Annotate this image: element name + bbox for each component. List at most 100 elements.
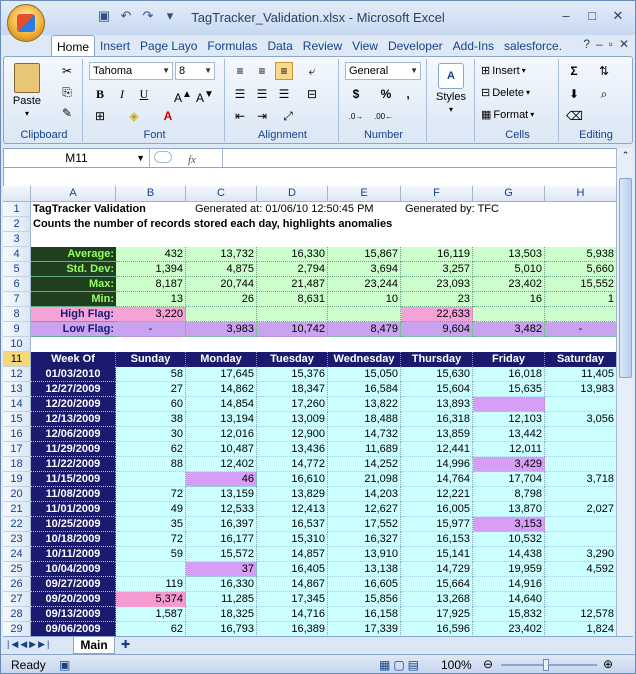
count-cell[interactable]: 16,005 xyxy=(401,502,473,517)
week-of-cell[interactable]: 11/22/2009 xyxy=(31,457,116,472)
count-cell[interactable]: 12,016 xyxy=(186,427,257,442)
stat-value[interactable]: 8,631 xyxy=(257,292,328,307)
row-header[interactable]: 14 xyxy=(3,397,31,412)
stat-value[interactable]: 4,875 xyxy=(186,262,257,277)
count-cell[interactable]: 13,829 xyxy=(257,487,328,502)
count-cell[interactable]: 16,610 xyxy=(257,472,328,487)
count-cell[interactable]: 16,330 xyxy=(186,577,257,592)
styles-button[interactable]: A Styles ▾ xyxy=(433,63,469,114)
week-of-cell[interactable]: 10/18/2009 xyxy=(31,532,116,547)
row-header[interactable]: 7 xyxy=(3,292,31,307)
count-cell[interactable]: 16,537 xyxy=(257,517,328,532)
count-cell[interactable] xyxy=(545,577,617,592)
count-cell[interactable]: 14,252 xyxy=(328,457,401,472)
count-cell[interactable]: 1,824 xyxy=(545,622,617,636)
count-cell[interactable]: 49 xyxy=(116,502,186,517)
row-header[interactable]: 16 xyxy=(3,427,31,442)
count-cell[interactable]: 15,977 xyxy=(401,517,473,532)
count-cell[interactable]: 72 xyxy=(116,532,186,547)
count-cell[interactable]: 10,532 xyxy=(473,532,545,547)
table-header-sunday[interactable]: Sunday xyxy=(116,352,186,367)
stat-value[interactable]: 13 xyxy=(116,292,186,307)
underline-button[interactable]: U xyxy=(135,85,153,103)
tab-insert[interactable]: Insert xyxy=(95,35,135,57)
row-header[interactable]: 4 xyxy=(3,247,31,262)
week-of-cell[interactable]: 12/06/2009 xyxy=(31,427,116,442)
column-header-h[interactable]: H xyxy=(545,186,617,202)
count-cell[interactable]: 16,605 xyxy=(328,577,401,592)
macro-record-icon[interactable]: ▣ xyxy=(59,658,70,672)
stat-value[interactable]: 23,244 xyxy=(328,277,401,292)
count-cell[interactable]: 14,640 xyxy=(473,592,545,607)
table-header-saturday[interactable]: Saturday xyxy=(545,352,617,367)
stat-value[interactable]: 22,633 xyxy=(401,307,473,322)
count-cell[interactable]: 58 xyxy=(116,367,186,382)
align-left-icon[interactable]: ☰ xyxy=(231,85,249,103)
italic-button[interactable]: I xyxy=(113,85,131,103)
sheet-tab-main[interactable]: Main xyxy=(73,637,115,654)
copy-icon[interactable]: ⎘ xyxy=(58,83,76,101)
row-header[interactable]: 10 xyxy=(3,337,31,352)
stat-value[interactable]: 10 xyxy=(328,292,401,307)
count-cell[interactable]: 14,772 xyxy=(257,457,328,472)
count-cell[interactable]: 3,290 xyxy=(545,547,617,562)
comma-button[interactable]: , xyxy=(399,85,417,103)
row-header[interactable]: 15 xyxy=(3,412,31,427)
count-cell[interactable]: 14,854 xyxy=(186,397,257,412)
stat-value[interactable]: 13,503 xyxy=(473,247,545,262)
count-cell[interactable]: 119 xyxy=(116,577,186,592)
row-header[interactable]: 24 xyxy=(3,547,31,562)
count-cell[interactable] xyxy=(545,517,617,532)
row-header[interactable]: 29 xyxy=(3,622,31,636)
count-cell[interactable]: 16,389 xyxy=(257,622,328,636)
office-button[interactable] xyxy=(7,4,45,42)
count-cell[interactable]: 3,056 xyxy=(545,412,617,427)
count-cell[interactable]: 15,604 xyxy=(401,382,473,397)
count-cell[interactable]: 59 xyxy=(116,547,186,562)
count-cell[interactable] xyxy=(545,427,617,442)
week-of-cell[interactable]: 01/03/2010 xyxy=(31,367,116,382)
stat-value[interactable]: 10,742 xyxy=(257,322,328,337)
column-header-d[interactable]: D xyxy=(257,186,328,202)
format-cells-button[interactable]: ▦ Format ▾ xyxy=(481,108,534,122)
count-cell[interactable]: 15,572 xyxy=(186,547,257,562)
fill-icon[interactable]: ⬇ xyxy=(565,85,583,103)
count-cell[interactable]: 35 xyxy=(116,517,186,532)
count-cell[interactable] xyxy=(545,532,617,547)
count-cell[interactable]: 3,718 xyxy=(545,472,617,487)
week-of-cell[interactable]: 10/25/2009 xyxy=(31,517,116,532)
name-box[interactable]: M11 ▼ xyxy=(4,149,150,167)
autosum-icon[interactable]: Σ xyxy=(565,62,583,80)
count-cell[interactable]: 2,027 xyxy=(545,502,617,517)
count-cell[interactable]: 15,832 xyxy=(473,607,545,622)
week-of-cell[interactable]: 11/08/2009 xyxy=(31,487,116,502)
stat-value[interactable]: 1 xyxy=(545,292,617,307)
count-cell[interactable]: 62 xyxy=(116,622,186,636)
week-of-cell[interactable]: 09/27/2009 xyxy=(31,577,116,592)
week-of-cell[interactable]: 12/20/2009 xyxy=(31,397,116,412)
zoom-level[interactable]: 100% xyxy=(441,658,472,672)
week-of-cell[interactable]: 09/06/2009 xyxy=(31,622,116,636)
fx-icon[interactable]: fx xyxy=(154,151,220,166)
count-cell[interactable]: 12,578 xyxy=(545,607,617,622)
column-header-a[interactable]: A xyxy=(31,186,116,202)
stat-value[interactable] xyxy=(328,307,401,322)
row-header[interactable]: 17 xyxy=(3,442,31,457)
stat-value[interactable]: 3,983 xyxy=(186,322,257,337)
stat-value[interactable] xyxy=(186,307,257,322)
count-cell[interactable]: 17,339 xyxy=(328,622,401,636)
count-cell[interactable]: 46 xyxy=(186,472,257,487)
count-cell[interactable]: 3,429 xyxy=(473,457,545,472)
stat-value[interactable]: 26 xyxy=(186,292,257,307)
count-cell[interactable]: 13,194 xyxy=(186,412,257,427)
zoom-slider-thumb[interactable] xyxy=(543,659,549,671)
tab-page-layo[interactable]: Page Layo xyxy=(135,35,202,57)
tab-add-ins[interactable]: Add-Ins xyxy=(448,35,499,57)
count-cell[interactable] xyxy=(116,472,186,487)
row-header[interactable]: 1 xyxy=(3,202,31,217)
count-cell[interactable]: 16,405 xyxy=(257,562,328,577)
increase-decimal-icon[interactable]: .0→ xyxy=(347,107,365,125)
column-header-f[interactable]: F xyxy=(401,186,473,202)
week-of-cell[interactable]: 11/15/2009 xyxy=(31,472,116,487)
count-cell[interactable]: 38 xyxy=(116,412,186,427)
